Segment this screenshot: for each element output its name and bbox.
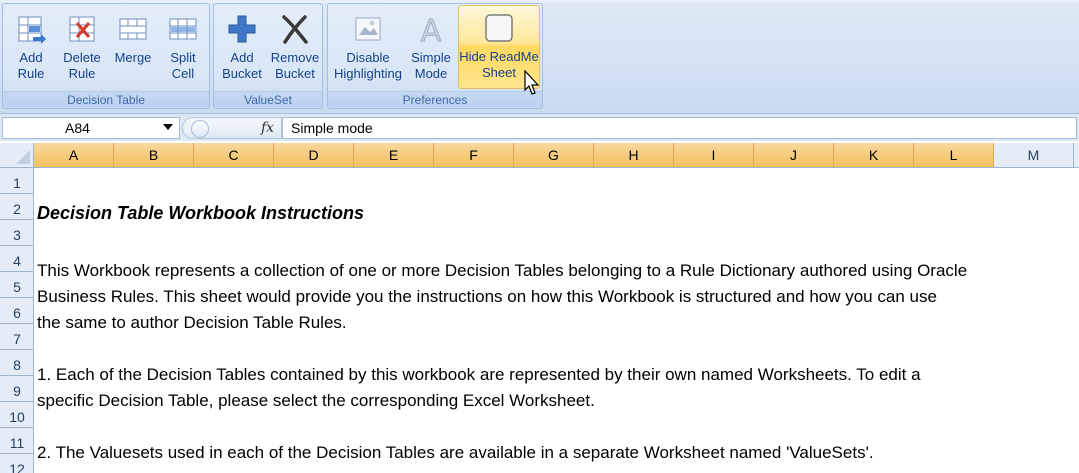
- formula-expand-icon[interactable]: [191, 120, 209, 138]
- insert-function-button[interactable]: fx: [261, 120, 274, 136]
- remove-bucket-label-2: Bucket: [275, 66, 315, 81]
- remove-bucket-label-1: Remove: [270, 50, 320, 65]
- row-header-10[interactable]: 10: [0, 402, 34, 428]
- decision-table-group: Add Rule Delete Rule Merge Split Cell De…: [2, 3, 210, 109]
- mouse-cursor-icon: [524, 70, 540, 95]
- add-rule-icon: [18, 16, 46, 44]
- delete-rule-button[interactable]: Delete Rule: [58, 7, 106, 89]
- split-cell-icon: [169, 18, 197, 40]
- name-box-dropdown-icon[interactable]: [163, 124, 173, 130]
- row-header-3[interactable]: 3: [0, 220, 34, 246]
- formula-controls: fx: [182, 117, 282, 139]
- split-cell-button[interactable]: Split Cell: [159, 7, 207, 89]
- delete-rule-label-1: Delete: [63, 50, 101, 65]
- svg-text:A: A: [421, 14, 442, 45]
- row-header-4[interactable]: 4: [0, 246, 34, 272]
- simple-mode-label-1: Simple: [411, 50, 451, 65]
- name-box[interactable]: A84: [2, 117, 180, 139]
- item-1-line-2: specific Decision Table, please select t…: [37, 391, 595, 410]
- add-bucket-label-1: Add: [230, 50, 254, 65]
- column-header-f[interactable]: F: [434, 143, 514, 167]
- delete-rule-label-2: Rule: [68, 66, 96, 81]
- intro-line-3: the same to author Decision Table Rules.: [37, 313, 347, 332]
- merge-button[interactable]: Merge: [109, 7, 157, 89]
- row-header-6[interactable]: 6: [0, 298, 34, 324]
- valueset-group: Add Bucket Remove Bucket ValueSet: [213, 3, 323, 109]
- add-bucket-label-2: Bucket: [222, 66, 262, 81]
- column-header-i[interactable]: I: [674, 143, 754, 167]
- remove-bucket-icon: [282, 15, 308, 44]
- formula-input[interactable]: Simple mode: [282, 117, 1077, 139]
- row-header-11[interactable]: 11: [0, 428, 34, 454]
- disable-highlighting-label-2: Highlighting: [334, 66, 402, 81]
- item-1-line-1: 1. Each of the Decision Tables contained…: [37, 365, 921, 384]
- formula-bar: A84 fx Simple mode: [0, 113, 1079, 141]
- add-rule-button[interactable]: Add Rule: [7, 7, 55, 89]
- row-header-8[interactable]: 8: [0, 350, 34, 376]
- add-bucket-button[interactable]: Add Bucket: [218, 7, 266, 89]
- disable-highlighting-icon: [355, 17, 381, 41]
- remove-bucket-button[interactable]: Remove Bucket: [268, 7, 322, 89]
- split-cell-label-1: Split: [170, 50, 196, 65]
- column-header-j[interactable]: J: [754, 143, 834, 167]
- add-rule-label-2: Rule: [17, 66, 45, 81]
- column-header-g[interactable]: G: [514, 143, 594, 167]
- column-header-l[interactable]: L: [914, 143, 994, 167]
- column-header-e[interactable]: E: [354, 143, 434, 167]
- ribbon: Add Rule Delete Rule Merge Split Cell De…: [0, 0, 1079, 113]
- split-cell-label-2: Cell: [171, 66, 195, 81]
- hide-readme-icon: [485, 14, 513, 42]
- column-header-h[interactable]: H: [594, 143, 674, 167]
- disable-highlighting-label-1: Disable: [346, 50, 390, 65]
- select-all-icon: [16, 150, 30, 164]
- select-all-corner[interactable]: [0, 143, 34, 167]
- disable-highlighting-button[interactable]: Disable Highlighting: [332, 7, 404, 89]
- column-header-b[interactable]: B: [114, 143, 194, 167]
- row-header-1[interactable]: 1: [0, 168, 34, 194]
- row-headers: 1 2 3 4 5 6 7 8 9 10 11 12: [0, 168, 34, 473]
- column-header-k[interactable]: K: [834, 143, 914, 167]
- simple-mode-button[interactable]: A Simple Mode: [406, 7, 456, 89]
- preferences-group: Disable Highlighting A Simple Mode Hide …: [327, 3, 543, 109]
- valueset-group-label: ValueSet: [214, 91, 322, 107]
- simple-mode-icon: A: [420, 14, 442, 45]
- column-header-c[interactable]: C: [194, 143, 274, 167]
- delete-rule-icon: [69, 16, 95, 42]
- add-rule-label-1: Add: [19, 50, 43, 65]
- hide-readme-label-1: Hide ReadMe: [459, 49, 539, 64]
- item-2-line-1: 2. The Valuesets used in each of the Dec…: [37, 443, 874, 462]
- column-header-m[interactable]: M: [994, 143, 1074, 167]
- simple-mode-label-2: Mode: [414, 66, 448, 81]
- preferences-group-label: Preferences: [328, 91, 542, 107]
- merge-icon: [119, 18, 147, 40]
- column-header-d[interactable]: D: [274, 143, 354, 167]
- row-header-9[interactable]: 9: [0, 376, 34, 402]
- row-header-7[interactable]: 7: [0, 324, 34, 350]
- row-header-5[interactable]: 5: [0, 272, 34, 298]
- row-header-2[interactable]: 2: [0, 194, 34, 220]
- column-headers: A B C D E F G H I J K L M: [0, 143, 1079, 168]
- add-bucket-icon: [228, 15, 256, 43]
- worksheet-grid[interactable]: Decision Table Workbook Instructions Thi…: [35, 168, 1079, 473]
- column-header-a[interactable]: A: [34, 143, 114, 167]
- intro-line-1: This Workbook represents a collection of…: [37, 261, 968, 280]
- row-header-12[interactable]: 12: [0, 454, 34, 473]
- sheet-title: Decision Table Workbook Instructions: [37, 203, 365, 223]
- decision-table-group-label: Decision Table: [3, 91, 209, 107]
- merge-label-1: Merge: [114, 50, 152, 65]
- intro-line-2: Business Rules. This sheet would provide…: [37, 287, 937, 306]
